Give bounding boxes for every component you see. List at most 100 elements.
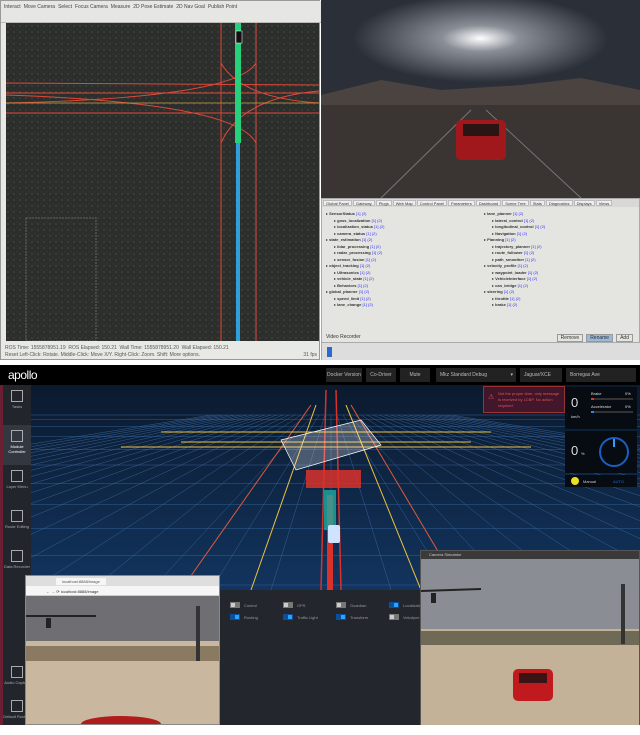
module-label: Traffic Light (297, 614, 318, 620)
tree-item-label: speed_limit (337, 295, 360, 301)
value-link[interactable]: [1] (2) (363, 276, 373, 281)
add-button[interactable]: Add (616, 334, 633, 342)
back-icon[interactable]: ← → ⟳ (46, 589, 60, 594)
value-link[interactable]: [1] (2) (517, 231, 527, 236)
value-link[interactable]: [1] (2) (362, 302, 372, 307)
tab[interactable]: Diagnostics (545, 200, 573, 206)
dreamview: apollo Docker Version Co-Driver Mute Mkz… (0, 365, 640, 732)
module-toggle[interactable]: Traffic Light (283, 614, 318, 620)
value-link[interactable]: [1] (2) (374, 224, 384, 229)
vehicle-select[interactable]: Jaguar/XCE (520, 368, 562, 382)
toolbar-button[interactable]: Select (58, 4, 72, 19)
tree-item-label: lateral_control (495, 217, 523, 223)
value-link[interactable]: [1] (2) (505, 237, 515, 242)
module-toggle[interactable]: Localization (389, 602, 424, 608)
map-select[interactable]: Borregas Ave (566, 368, 636, 382)
value-link[interactable]: [1] (2) (510, 296, 520, 301)
toolbar-button[interactable]: Publish Point (208, 4, 237, 19)
value-link[interactable]: [1] (2) (366, 231, 376, 236)
url-bar[interactable]: localhost:8888/image (61, 589, 99, 594)
toolbar-button[interactable]: Move Camera (24, 4, 55, 19)
value-link[interactable]: [1] (2) (531, 244, 541, 249)
value-link[interactable]: [1] (2) (513, 211, 523, 216)
sidebar-item[interactable]: Tasks (3, 385, 31, 425)
toolbar-button[interactable]: Interact (4, 4, 21, 19)
co-driver-button[interactable]: Co-Driver (366, 368, 396, 382)
module-toggle[interactable]: Transform (336, 614, 368, 620)
value-link[interactable]: [1] (2) (356, 211, 366, 216)
toggle-switch[interactable] (283, 602, 293, 608)
value-link[interactable]: [1] (2) (370, 244, 380, 249)
tree-item-label: SensorStatus (329, 211, 355, 216)
value-link[interactable]: [1] (2) (359, 289, 369, 294)
lidar-map-view[interactable] (6, 23, 319, 341)
timeline-marker[interactable] (327, 347, 332, 357)
rename-button[interactable]: Rename (586, 334, 614, 342)
sidebar-item-icon (11, 666, 23, 678)
toggle-switch[interactable] (336, 614, 346, 620)
tree-item[interactable]: ▸ lane_change [1] (2) (326, 302, 476, 309)
toolbar-button[interactable]: Measure (111, 4, 130, 19)
value-link[interactable]: [1] (2) (358, 283, 368, 288)
tab[interactable]: Web Map (392, 200, 416, 206)
tab[interactable]: Dashboard (475, 200, 502, 206)
value-link[interactable]: [1] (2) (372, 218, 382, 223)
toolbar-button[interactable]: Focus Camera (75, 4, 108, 19)
tab[interactable]: Control Panel (416, 200, 448, 206)
docker-version-button[interactable]: Docker Version (326, 368, 362, 382)
value-link[interactable]: [1] (2) (504, 289, 514, 294)
module-toggle[interactable]: Routing (230, 614, 258, 620)
value-link[interactable]: [1] (2) (518, 263, 528, 268)
remove-button[interactable]: Remove (556, 334, 584, 342)
value-link[interactable]: [1] (2) (507, 302, 517, 307)
tree-item-label: radar_processing (337, 250, 371, 255)
sidebar-item[interactable]: Module Controller (3, 425, 31, 465)
value-link[interactable]: [1] (2) (524, 250, 534, 255)
sidebar-item[interactable]: Layer Menu (3, 465, 31, 505)
value-link[interactable]: [1] (2) (528, 270, 538, 275)
tab[interactable]: Global Panel (323, 200, 352, 206)
toggle-switch[interactable] (389, 614, 399, 620)
toggle-switch[interactable] (283, 614, 293, 620)
toggle-switch[interactable] (336, 602, 346, 608)
toggle-switch[interactable] (230, 614, 240, 620)
toolbar-button[interactable]: 2D Nav Goal (176, 4, 205, 19)
mute-button[interactable]: Mute (400, 368, 430, 382)
value-link[interactable]: [1] (2) (518, 283, 528, 288)
value-link[interactable]: [1] (2) (372, 250, 382, 255)
value-link[interactable]: [1] (2) (366, 257, 376, 262)
fps-readout: 31 fps (303, 352, 317, 358)
value-link[interactable]: [1] (2) (360, 263, 370, 268)
value-link[interactable]: [1] (2) (535, 224, 545, 229)
timeline[interactable] (322, 342, 640, 360)
module-toggle[interactable]: Velodyne (389, 614, 419, 620)
toggle-switch[interactable] (389, 602, 399, 608)
value-link[interactable]: [1] (2) (360, 296, 370, 301)
tree-item[interactable]: ▸ brake [1] (2) (484, 302, 634, 309)
tab[interactable]: Scene Tree (502, 200, 529, 206)
video-recorder-label: Video Recorder (326, 334, 361, 340)
sidebar-item[interactable]: Route Editing (3, 505, 31, 545)
browser-tab[interactable]: localhost:8888/image (56, 578, 106, 585)
tab[interactable]: Plugs (375, 200, 392, 206)
sidebar-item-icon (11, 700, 23, 712)
value-link[interactable]: [1] (2) (360, 270, 370, 275)
module-toggle[interactable]: GPS (283, 602, 305, 608)
tab[interactable]: Views (595, 200, 613, 206)
toggle-switch[interactable] (230, 602, 240, 608)
tree-item-label: VehicleInterface (495, 276, 526, 281)
ros-elapsed: ROS Elapsed: 150.21 (68, 345, 117, 351)
module-toggle[interactable]: Control (230, 602, 257, 608)
alert-notification[interactable]: ⚠ Not the proper time, only message is r… (483, 386, 565, 413)
toolbar-button[interactable]: 2D Pose Estimate (133, 4, 173, 19)
value-link[interactable]: [1] (2) (362, 237, 372, 242)
value-link[interactable]: [1] (2) (527, 276, 537, 281)
module-toggle[interactable]: Guardian (336, 602, 366, 608)
value-link[interactable]: [1] (2) (525, 257, 535, 262)
tab[interactable]: Stats (529, 200, 545, 206)
tab[interactable]: Displays (573, 200, 595, 206)
tab[interactable]: Gateway (352, 200, 375, 206)
mode-select[interactable]: Mkz Standard Debug ▾ (436, 368, 516, 382)
tab[interactable]: Parameters (448, 200, 475, 206)
value-link[interactable]: [1] (2) (524, 218, 534, 223)
